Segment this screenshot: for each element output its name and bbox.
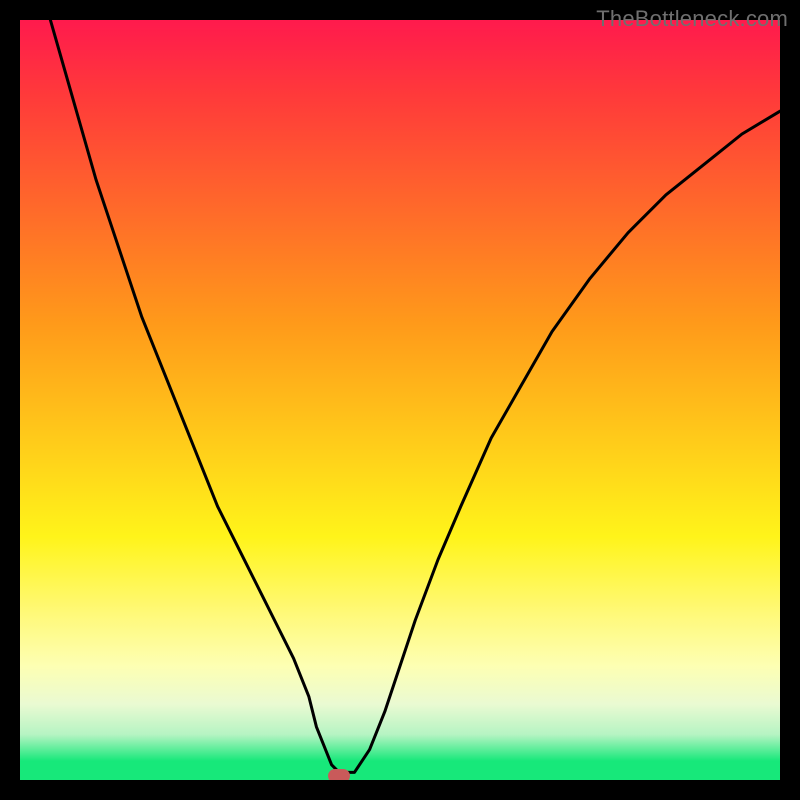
watermark-text: TheBottleneck.com [596,6,788,32]
optimum-marker [328,769,350,780]
bottleneck-curve [50,20,780,772]
curve-svg [20,20,780,780]
chart-frame: TheBottleneck.com [0,0,800,800]
plot-area [20,20,780,780]
